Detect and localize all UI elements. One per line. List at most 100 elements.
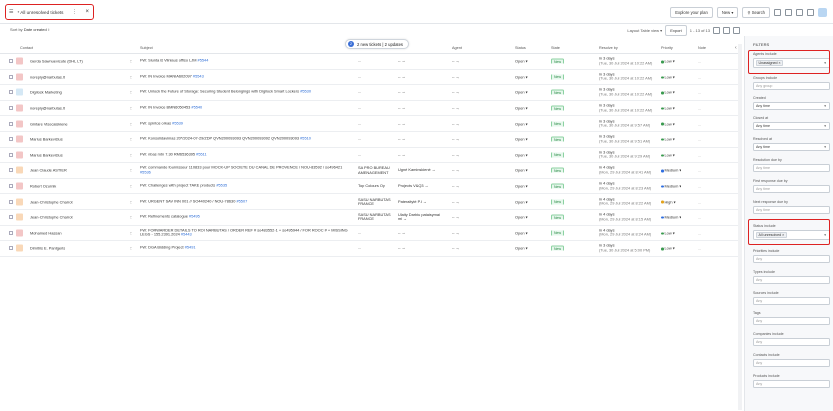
ticket-subject[interactable]: FW: spintos orkas #5539 (140, 121, 350, 126)
table-row[interactable]: Gerda Sawnuevicute (DHL LT) FW: Siunta iš… (0, 54, 740, 70)
row-checkbox[interactable] (9, 230, 13, 235)
priority-cell[interactable]: Low ▾ (661, 90, 675, 95)
status-cell[interactable]: Open ▾ (515, 121, 528, 126)
col-note[interactable]: Note (698, 46, 706, 50)
filter-select[interactable]: Any time ▾ (753, 102, 830, 110)
ticket-subject[interactable]: FW: nbas mtn 7.30 RM6536395 #5511 (140, 153, 350, 158)
status-cell[interactable]: Open ▾ (515, 168, 528, 173)
assignee-cell[interactable]: -- → (452, 199, 494, 204)
priority-cell[interactable]: High ▾ (661, 199, 676, 204)
agent-cell[interactable]: -- → (398, 137, 442, 141)
group-cell[interactable]: ... (358, 90, 391, 94)
contact-name[interactable]: Gintare Visocaiskiene (30, 121, 130, 126)
ticket-subject[interactable]: FW: Refinements catalogue #5495 (140, 215, 350, 220)
priority-cell[interactable]: Low ▾ (661, 230, 675, 235)
status-cell[interactable]: Open ▾ (515, 59, 528, 64)
priority-cell[interactable]: Low ▾ (661, 121, 675, 126)
assignee-cell[interactable]: -- → (452, 121, 494, 126)
table-row[interactable]: Marius Barkevičius FW: Konsolidavimas 20*… (0, 132, 740, 148)
priority-cell[interactable]: Low ▾ (661, 246, 675, 251)
status-cell[interactable]: Open ▾ (515, 90, 528, 95)
view-menu-icon[interactable]: ⋮ (72, 9, 77, 15)
col-subject[interactable]: Subject (140, 46, 153, 50)
table-row[interactable]: Jean Claude ASTIER FW: commande fournisse… (0, 163, 740, 179)
priority-cell[interactable]: Low ▾ (661, 59, 675, 64)
sort-value[interactable]: Date created ↕ (24, 27, 50, 32)
filter-select[interactable]: Any (753, 338, 830, 346)
agent-cell[interactable]: Ugnė Kaminskienė → (398, 168, 442, 172)
apps-icon[interactable] (807, 9, 814, 16)
assignee-cell[interactable]: -- → (452, 215, 494, 220)
filter-select[interactable]: Any (753, 359, 830, 367)
notifications-icon[interactable] (785, 9, 792, 16)
layout-selector[interactable]: Layout Table view ▾ (627, 28, 662, 33)
group-cell[interactable]: ... (358, 122, 391, 126)
collapse-filters-icon[interactable]: ‹ (735, 45, 737, 51)
ticket-subject[interactable]: FW: Unlock the Future of Storage: Securi… (140, 90, 350, 95)
row-checkbox[interactable] (9, 215, 13, 220)
table-row[interactable]: Robert Ozurnik FW: Challenges with projec… (0, 179, 740, 195)
group-cell[interactable]: ... (358, 137, 391, 141)
group-cell[interactable]: Top Colours Oy (358, 184, 391, 188)
table-row[interactable]: Jean-Christophe Charrot FW: Refinements c… (0, 210, 740, 226)
status-cell[interactable]: Open ▾ (515, 74, 528, 79)
help-icon[interactable] (774, 9, 781, 16)
group-cell[interactable]: SASU NARBUTAS FRANCE (358, 213, 391, 221)
row-checkbox[interactable] (9, 246, 13, 251)
assignee-cell[interactable]: -- → (452, 168, 494, 173)
new-tickets-banner[interactable]: 2 2 new tickets | 2 updates (345, 39, 409, 49)
table-row[interactable]: Mohamed Hassan FW: FORWARDER DETAILS TO R… (0, 226, 740, 242)
settings-icon[interactable] (733, 27, 740, 34)
status-cell[interactable]: Open ▾ (515, 184, 528, 189)
group-cell[interactable]: SA PRO BUREAU AMENAGEMENT (358, 166, 391, 174)
row-checkbox[interactable] (9, 199, 13, 204)
search-button[interactable]: ⚲ Search (742, 7, 770, 18)
contact-name[interactable]: Digilock Marketing (30, 90, 130, 95)
row-checkbox[interactable] (9, 152, 13, 157)
table-row[interactable]: Marius Barkevičius FW: nbas mtn 7.30 RM65… (0, 148, 740, 164)
col-state[interactable]: State (551, 46, 560, 50)
new-tickets-text[interactable]: 2 new tickets | 2 updates (357, 42, 403, 47)
sort-control[interactable]: Sort by Date created ↕ (10, 27, 50, 32)
explore-plan-button[interactable]: Explore your plan (670, 7, 713, 18)
row-checkbox[interactable] (9, 106, 13, 111)
assignee-cell[interactable]: -- → (452, 152, 494, 157)
assignee-cell[interactable]: -- → (452, 59, 494, 64)
status-cell[interactable]: Open ▾ (515, 246, 528, 251)
row-checkbox[interactable] (9, 74, 13, 79)
export-button[interactable]: Export (665, 25, 687, 36)
col-priority[interactable]: Priority (661, 46, 673, 50)
row-checkbox[interactable] (9, 90, 13, 95)
agent-cell[interactable]: -- → (398, 59, 442, 63)
filter-select[interactable]: Any time (753, 164, 830, 172)
table-row[interactable]: noreply@narbutas.lt FW: IN Invoice BMN605… (0, 101, 740, 117)
group-cell[interactable]: SASU NARBUTAS FRANCE (358, 197, 391, 205)
contact-name[interactable]: Marius Barkevičius (30, 137, 130, 142)
chat-icon[interactable] (796, 9, 803, 16)
row-checkbox[interactable] (9, 59, 13, 64)
assignee-cell[interactable]: -- → (452, 137, 494, 142)
filter-select[interactable]: Any time ▾ (753, 143, 830, 151)
ticket-subject[interactable]: FW: FORWARDER DETAILS TO ROI NARBUTAS / … (140, 228, 350, 237)
assignee-cell[interactable]: -- → (452, 74, 494, 79)
ticket-subject[interactable]: FW: DGA Bidding Project #5491 (140, 246, 350, 251)
contact-name[interactable]: Mohamed Hassan (30, 230, 130, 235)
priority-cell[interactable]: Medium ▾ (661, 168, 681, 173)
status-cell[interactable]: Open ▾ (515, 106, 528, 111)
view-selector[interactable]: ☰ * All unresolved tickets ⋮ × (5, 4, 94, 20)
status-cell[interactable]: Open ▾ (515, 137, 528, 142)
agent-cell[interactable]: -- → (398, 246, 442, 250)
scrollbar[interactable] (738, 44, 742, 410)
group-cell[interactable]: ... (358, 153, 391, 157)
assignee-cell[interactable]: -- → (452, 90, 494, 95)
new-button[interactable]: New ▾ (716, 7, 739, 18)
row-checkbox[interactable] (9, 168, 13, 173)
filter-select[interactable]: Any time (753, 185, 830, 193)
contact-name[interactable]: Marius Barkevičius (30, 152, 130, 157)
group-cell[interactable]: ... (358, 231, 391, 235)
contact-name[interactable]: noreply@narbutas.lt (30, 106, 130, 111)
group-cell[interactable]: ... (358, 59, 391, 63)
agent-cell[interactable]: -- → (398, 90, 442, 94)
row-checkbox[interactable] (9, 121, 13, 126)
agent-cell[interactable]: Pateraitytė P.I → (398, 200, 442, 204)
